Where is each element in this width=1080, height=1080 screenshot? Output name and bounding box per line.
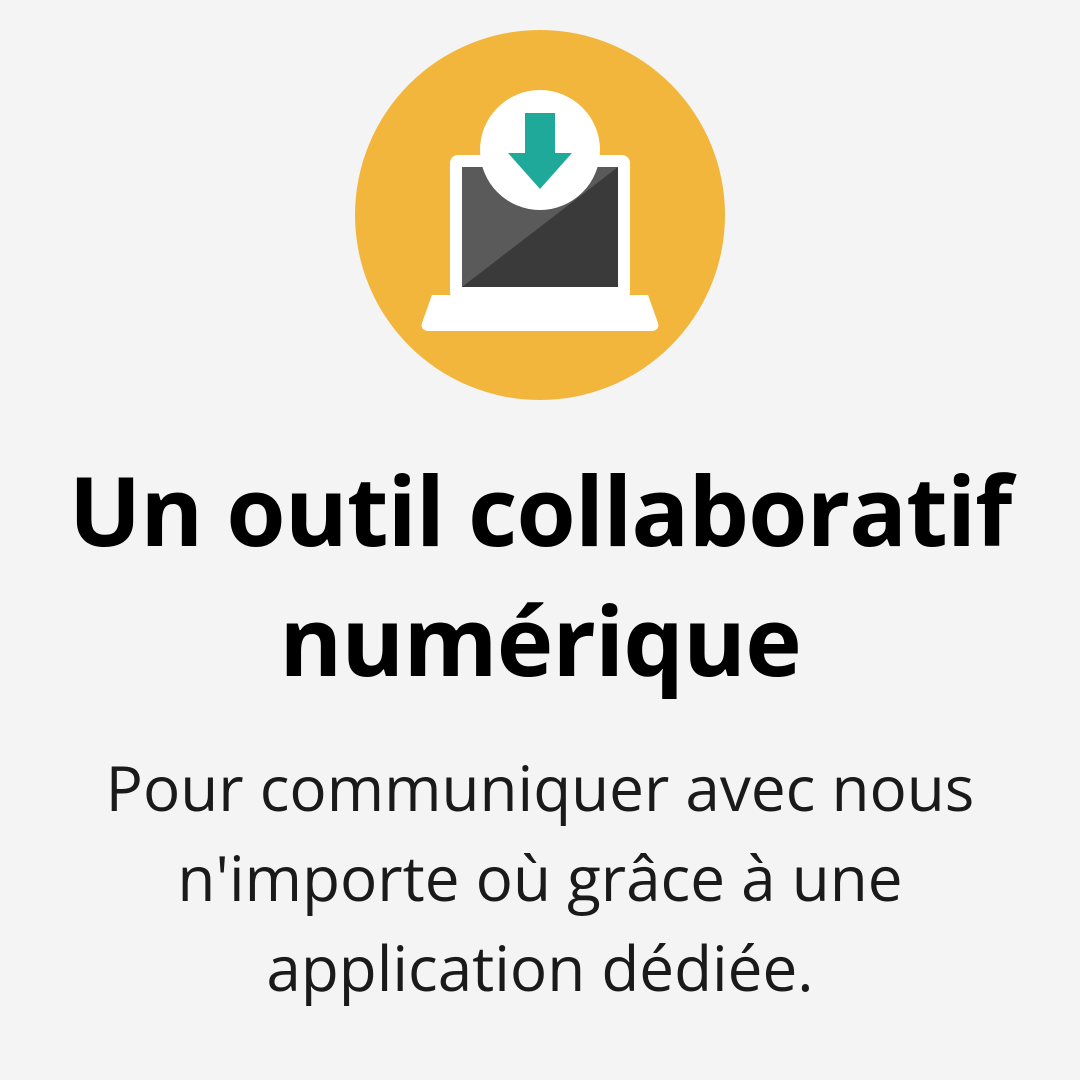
description: Pour communiquer avec nous n'importe où … xyxy=(0,744,1080,1014)
heading: Un outil collaboratif numérique xyxy=(0,445,1080,704)
laptop-download-icon xyxy=(350,25,730,405)
